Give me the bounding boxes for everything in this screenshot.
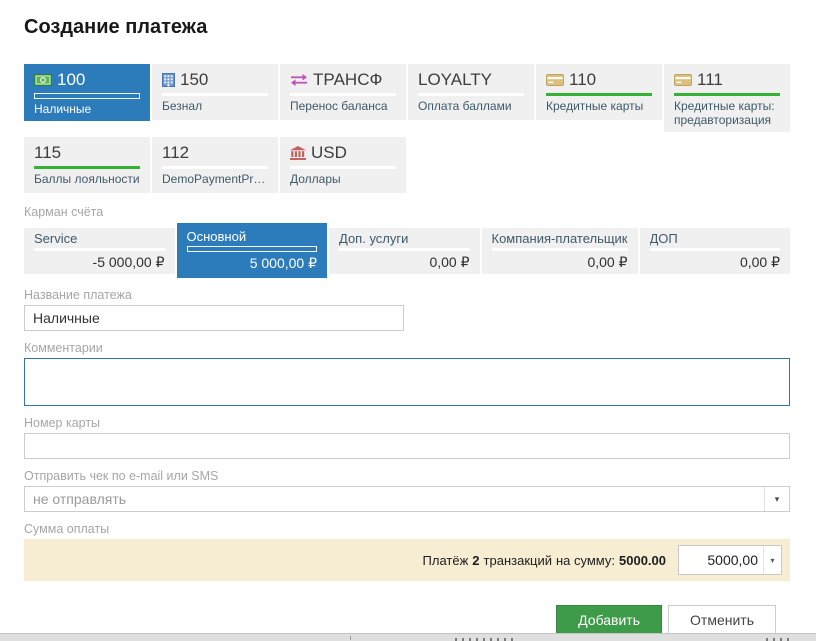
summary-word: 5000.00 <box>619 553 666 568</box>
pocket-Доп. услуги[interactable]: Доп. услуги 0,00 ₽ <box>329 228 480 274</box>
transfer-arrows-icon <box>290 74 308 86</box>
chevron-down-icon[interactable]: ▾ <box>764 487 789 511</box>
pocket-name: ДОП <box>650 231 781 246</box>
tile-underline <box>290 93 396 96</box>
summary-word: 2 <box>472 553 479 568</box>
credit-card-icon <box>674 74 692 86</box>
card-number-input[interactable] <box>24 433 790 459</box>
page-title: Создание платежа <box>24 14 790 40</box>
tile-underline <box>339 248 470 251</box>
payment-type-150[interactable]: 150 Безнал <box>152 64 278 120</box>
tile-underline <box>492 248 628 251</box>
create-payment-dialog: Создание платежа 100 Наличные 150 Безнал ТРА… <box>0 0 816 636</box>
cash-icon <box>34 74 52 86</box>
payment-type-code: 111 <box>697 70 723 90</box>
payment-type-code: USD <box>311 143 347 163</box>
pocket-amount: -5 000,00 ₽ <box>34 254 165 270</box>
payment-type-caption: Кредитные карты: предавторизация <box>674 99 780 127</box>
card-number-label: Номер карты <box>24 416 790 430</box>
payment-type-code: LOYALTY <box>418 70 492 90</box>
receipt-label: Отправить чек по e-mail или SMS <box>24 469 790 483</box>
payment-name-input[interactable] <box>24 305 404 331</box>
pocket-amount: 5 000,00 ₽ <box>187 255 318 271</box>
building-icon <box>162 73 175 87</box>
payment-type-ТРАНСФ[interactable]: ТРАНСФ Перенос баланса <box>280 64 406 120</box>
payment-name-label: Название платежа <box>24 288 790 302</box>
payment-type-115[interactable]: 115 Баллы лояльности <box>24 137 150 193</box>
payment-type-code: 110 <box>569 70 596 90</box>
payment-type-caption: Оплата баллами <box>418 99 524 113</box>
pocket-Основной[interactable]: Основной 5 000,00 ₽ <box>177 223 328 278</box>
payment-type-caption: Доллары <box>290 172 396 186</box>
tile-underline <box>418 93 524 96</box>
payment-type-100[interactable]: 100 Наличные <box>24 64 150 121</box>
sum-input[interactable] <box>679 546 763 574</box>
payment-type-code: 115 <box>34 143 61 163</box>
sum-input-wrap: ▾ <box>678 545 782 575</box>
pocket-ДОП[interactable]: ДОП 0,00 ₽ <box>640 228 791 274</box>
payment-type-caption: Наличные <box>34 102 140 116</box>
pocket-Service[interactable]: Service -5 000,00 ₽ <box>24 228 175 274</box>
tile-underline <box>650 248 781 251</box>
payment-type-110[interactable]: 110 Кредитные карты <box>536 64 662 120</box>
comments-textarea[interactable] <box>24 358 790 406</box>
payment-type-code: 150 <box>180 70 208 90</box>
pocket-name: Service <box>34 231 165 246</box>
tile-underline <box>34 248 165 251</box>
payment-type-caption: Безнал <box>162 99 268 113</box>
add-button[interactable]: Добавить <box>556 605 662 636</box>
tile-underline <box>34 93 140 99</box>
pocket-name: Компания-плательщик <box>492 231 628 246</box>
underlying-page-strip <box>0 633 816 641</box>
payment-type-code: ТРАНСФ <box>313 70 382 90</box>
pocket-name: Доп. услуги <box>339 231 470 246</box>
payment-type-111[interactable]: 111 Кредитные карты: предавторизация <box>664 64 790 132</box>
comments-label: Комментарии <box>24 341 790 355</box>
summary-word: на сумму: <box>556 553 615 568</box>
pocket-grid: Service -5 000,00 ₽ Основной 5 000,00 ₽ Доп.… <box>24 223 790 278</box>
sum-dropdown-icon[interactable]: ▾ <box>763 546 781 574</box>
sum-bar: Платёж2 транзакций на сумму: 5000.00 ▾ <box>24 539 790 581</box>
dialog-buttons: Добавить Отменить <box>24 605 776 636</box>
credit-card-icon <box>546 74 564 86</box>
receipt-select[interactable]: не отправлять ▾ <box>24 486 790 512</box>
payment-type-grid: 100 Наличные 150 Безнал ТРАНСФ Перенос баланс… <box>24 64 790 193</box>
sum-label: Сумма оплаты <box>24 522 790 536</box>
payment-type-112[interactable]: 112 DemoPaymentProc... <box>152 137 278 193</box>
summary-word: Платёж <box>423 553 469 568</box>
tile-underline <box>674 93 780 96</box>
payment-type-caption: Перенос баланса <box>290 99 396 113</box>
tile-underline <box>162 166 268 169</box>
payment-type-LOYALTY[interactable]: LOYALTY Оплата баллами <box>408 64 534 120</box>
payment-type-caption: DemoPaymentProc... <box>162 172 268 186</box>
underlying-page-mark <box>350 636 351 640</box>
pockets-label: Карман счёта <box>24 205 790 219</box>
payment-type-caption: Баллы лояльности <box>34 172 140 186</box>
tile-underline <box>187 246 318 252</box>
bank-icon <box>290 146 306 160</box>
payment-type-caption: Кредитные карты <box>546 99 652 113</box>
tile-underline <box>162 93 268 96</box>
receipt-select-value: не отправлять <box>25 487 764 511</box>
payment-summary: Платёж2 транзакций на сумму: 5000.00 <box>419 553 666 568</box>
payment-type-USD[interactable]: USD Доллары <box>280 137 406 193</box>
tile-underline <box>546 93 652 96</box>
tile-underline <box>290 166 396 169</box>
cancel-button[interactable]: Отменить <box>668 605 776 636</box>
pocket-amount: 0,00 ₽ <box>339 254 470 270</box>
pocket-amount: 0,00 ₽ <box>650 254 781 270</box>
payment-type-code: 100 <box>57 70 85 90</box>
pocket-amount: 0,00 ₽ <box>492 254 628 270</box>
pocket-name: Основной <box>187 229 318 244</box>
tile-underline <box>34 166 140 169</box>
pocket-Компания-плательщик[interactable]: Компания-плательщик 0,00 ₽ <box>482 228 638 274</box>
summary-word: транзакций <box>484 553 552 568</box>
payment-type-code: 112 <box>162 143 189 163</box>
